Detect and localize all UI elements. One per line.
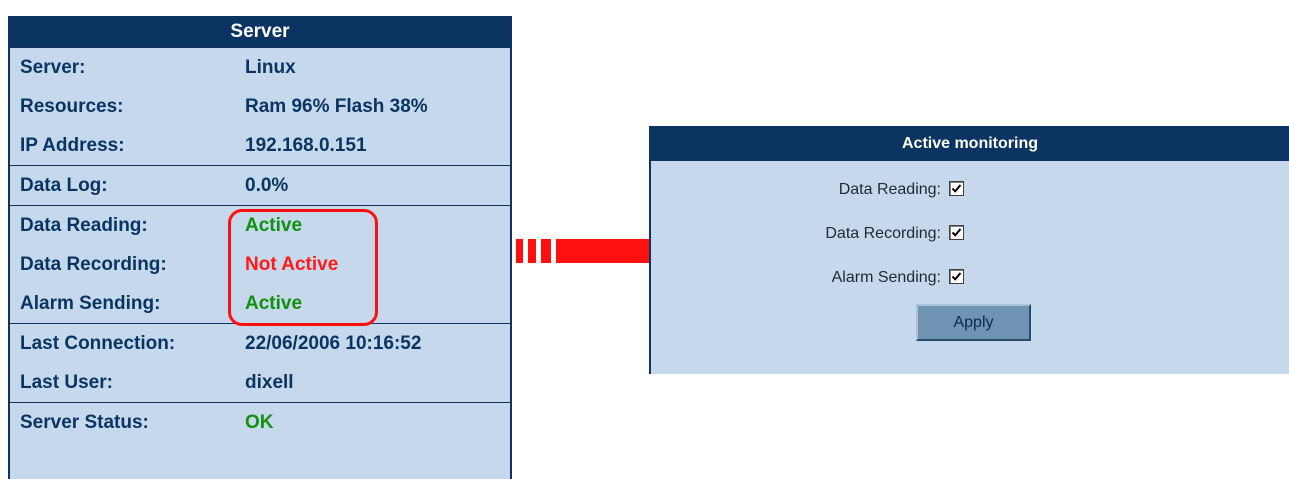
option-data-recording-label: Data Recording: bbox=[825, 225, 941, 242]
apply-button[interactable]: Apply bbox=[916, 304, 1031, 341]
resources-value: Ram 96% Flash 38% bbox=[245, 96, 428, 117]
server-row: Server: Linux bbox=[10, 48, 510, 87]
data-recording-checkbox[interactable] bbox=[949, 225, 964, 240]
data-log-value: 0.0% bbox=[245, 175, 289, 196]
server-label: Server: bbox=[20, 57, 86, 78]
server-status-label: Server Status: bbox=[20, 412, 149, 433]
last-user-label: Last User: bbox=[20, 372, 113, 393]
connection-group: Last Connection: 22/06/2006 10:16:52 Las… bbox=[10, 323, 510, 402]
ip-address-label: IP Address: bbox=[20, 135, 125, 156]
server-status-group: Server Status: OK bbox=[10, 402, 510, 442]
checkmark-icon bbox=[951, 184, 962, 193]
checkmark-icon bbox=[951, 272, 962, 281]
server-status-row: Server Status: OK bbox=[10, 403, 510, 442]
alarm-sending-checkbox[interactable] bbox=[949, 269, 964, 284]
data-recording-label: Data Recording: bbox=[20, 254, 167, 275]
active-monitoring-panel: Active monitoring Data Reading: Data Rec… bbox=[649, 126, 1289, 374]
resources-label: Resources: bbox=[20, 96, 124, 117]
data-log-label: Data Log: bbox=[20, 175, 108, 196]
ip-address-value: 192.168.0.151 bbox=[245, 135, 367, 156]
last-user-value: dixell bbox=[245, 372, 294, 393]
last-user-row: Last User: dixell bbox=[10, 363, 510, 402]
monitoring-status-group: Data Reading: Active Data Recording: Not… bbox=[10, 205, 510, 323]
data-recording-status: Not Active bbox=[245, 254, 339, 275]
last-connection-value: 22/06/2006 10:16:52 bbox=[245, 333, 422, 354]
server-info-group: Server: Linux Resources: Ram 96% Flash 3… bbox=[10, 47, 510, 165]
data-reading-status: Active bbox=[245, 215, 303, 236]
option-alarm-sending: Alarm Sending: bbox=[651, 264, 1289, 294]
data-log-row: Data Log: 0.0% bbox=[10, 166, 510, 205]
server-panel-title: Server bbox=[10, 16, 510, 47]
last-connection-label: Last Connection: bbox=[20, 333, 176, 354]
active-monitoring-title: Active monitoring bbox=[651, 126, 1289, 161]
resources-row: Resources: Ram 96% Flash 38% bbox=[10, 87, 510, 126]
option-data-reading: Data Reading: bbox=[651, 176, 1289, 206]
option-alarm-sending-label: Alarm Sending: bbox=[831, 269, 941, 286]
option-data-recording: Data Recording: bbox=[651, 220, 1289, 250]
alarm-sending-status: Active bbox=[245, 293, 303, 314]
data-log-group: Data Log: 0.0% bbox=[10, 165, 510, 205]
server-status-value: OK bbox=[245, 412, 274, 433]
server-value: Linux bbox=[245, 57, 296, 78]
alarm-sending-row: Alarm Sending: Active bbox=[10, 284, 510, 323]
server-panel: Server Server: Linux Resources: Ram 96% … bbox=[8, 16, 512, 479]
last-connection-row: Last Connection: 22/06/2006 10:16:52 bbox=[10, 324, 510, 363]
checkmark-icon bbox=[951, 228, 962, 237]
option-data-reading-label: Data Reading: bbox=[838, 181, 941, 198]
data-reading-checkbox[interactable] bbox=[949, 181, 964, 196]
ip-address-row: IP Address: 192.168.0.151 bbox=[10, 126, 510, 165]
alarm-sending-label: Alarm Sending: bbox=[20, 293, 161, 314]
data-reading-row: Data Reading: Active bbox=[10, 206, 510, 245]
data-recording-row: Data Recording: Not Active bbox=[10, 245, 510, 284]
data-reading-label: Data Reading: bbox=[20, 215, 148, 236]
